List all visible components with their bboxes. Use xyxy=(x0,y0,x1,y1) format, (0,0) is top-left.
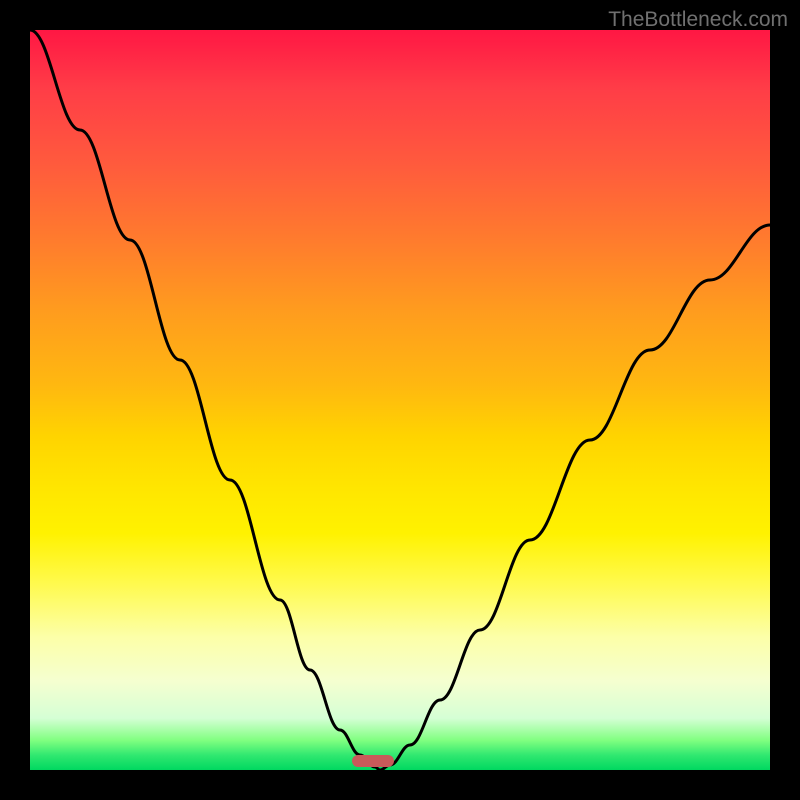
bottleneck-marker xyxy=(352,755,394,767)
left-curve-path xyxy=(30,30,380,770)
right-curve-path xyxy=(380,225,770,770)
chart-plot-area xyxy=(30,30,770,770)
curve-lines xyxy=(30,30,770,770)
watermark-text: TheBottleneck.com xyxy=(608,8,788,32)
